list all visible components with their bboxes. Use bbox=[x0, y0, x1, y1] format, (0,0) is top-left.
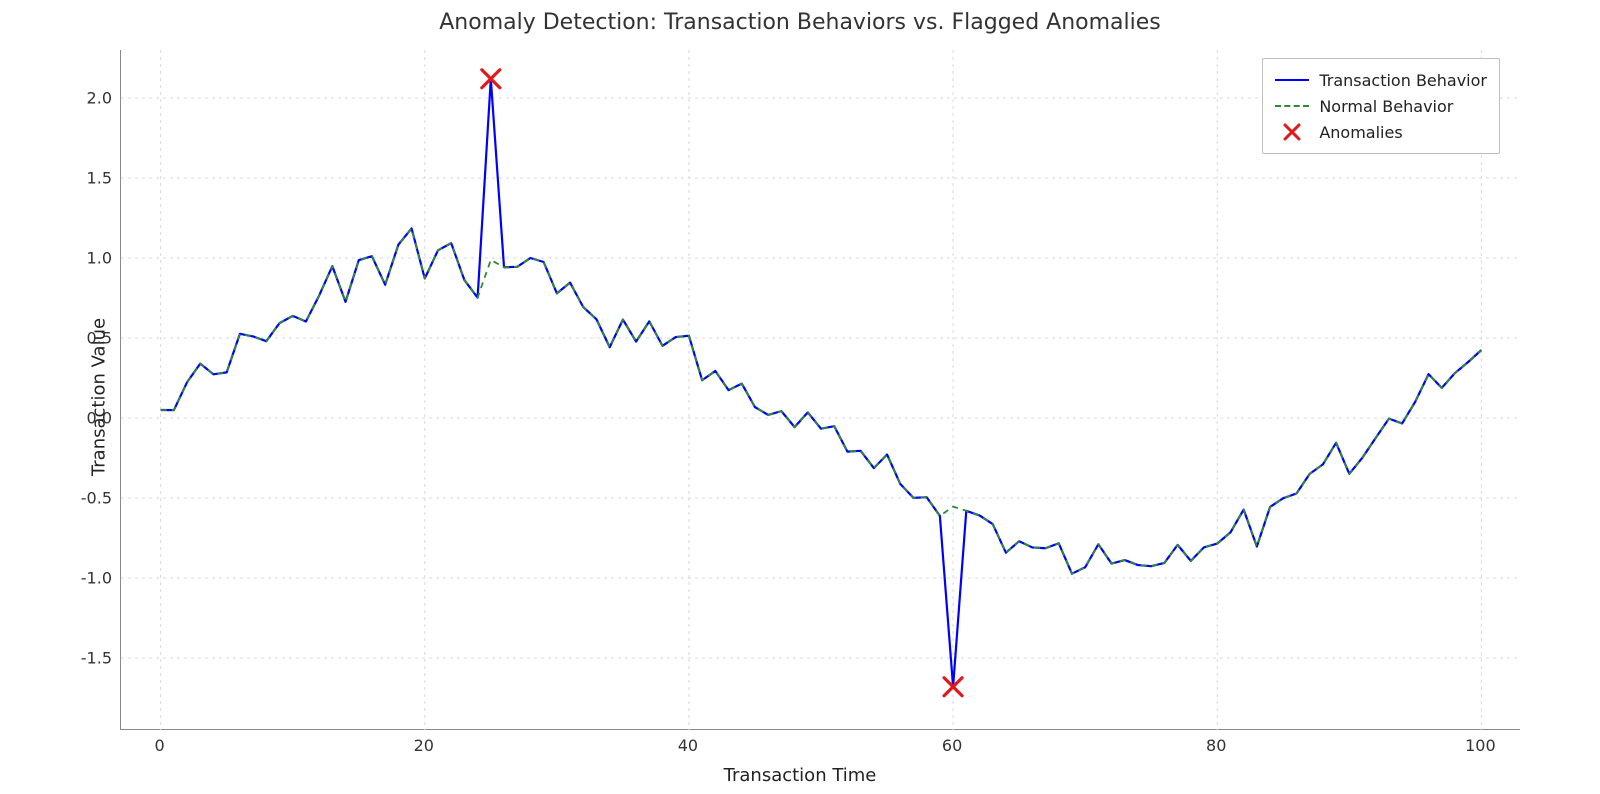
x-axis-label: Transaction Time bbox=[0, 765, 1600, 786]
chart-title: Anomaly Detection: Transaction Behaviors… bbox=[0, 10, 1600, 35]
x-tick-label: 20 bbox=[414, 736, 434, 755]
y-tick-label: 0.5 bbox=[70, 329, 112, 348]
x-tick-label: 0 bbox=[155, 736, 165, 755]
x-tick-label: 80 bbox=[1206, 736, 1226, 755]
y-tick-label: 1.0 bbox=[70, 249, 112, 268]
y-tick-label: 1.5 bbox=[70, 169, 112, 188]
legend-entry-transaction: Transaction Behavior bbox=[1275, 67, 1487, 93]
series-normal-behavior bbox=[161, 228, 1482, 573]
legend-entry-normal: Normal Behavior bbox=[1275, 93, 1487, 119]
legend-swatch-line-icon bbox=[1275, 79, 1309, 81]
x-tick-label: 40 bbox=[678, 736, 698, 755]
y-tick-label: -1.5 bbox=[70, 649, 112, 668]
y-tick-label: 0.0 bbox=[70, 409, 112, 428]
legend: Transaction Behavior Normal Behavior Ano… bbox=[1262, 58, 1500, 154]
y-tick-label: 2.0 bbox=[70, 89, 112, 108]
x-tick-label: 60 bbox=[942, 736, 962, 755]
y-tick-label: -0.5 bbox=[70, 489, 112, 508]
legend-entry-anomaly: Anomalies bbox=[1275, 119, 1487, 145]
series-transaction-behavior bbox=[161, 79, 1482, 687]
x-tick-label: 100 bbox=[1465, 736, 1496, 755]
legend-label: Normal Behavior bbox=[1319, 97, 1453, 116]
y-tick-label: -1.0 bbox=[70, 569, 112, 588]
chart-container: Anomaly Detection: Transaction Behaviors… bbox=[0, 0, 1600, 794]
legend-label: Anomalies bbox=[1319, 123, 1402, 142]
legend-swatch-x-icon bbox=[1275, 123, 1309, 141]
legend-label: Transaction Behavior bbox=[1319, 71, 1487, 90]
legend-swatch-dashed-icon bbox=[1275, 105, 1309, 107]
